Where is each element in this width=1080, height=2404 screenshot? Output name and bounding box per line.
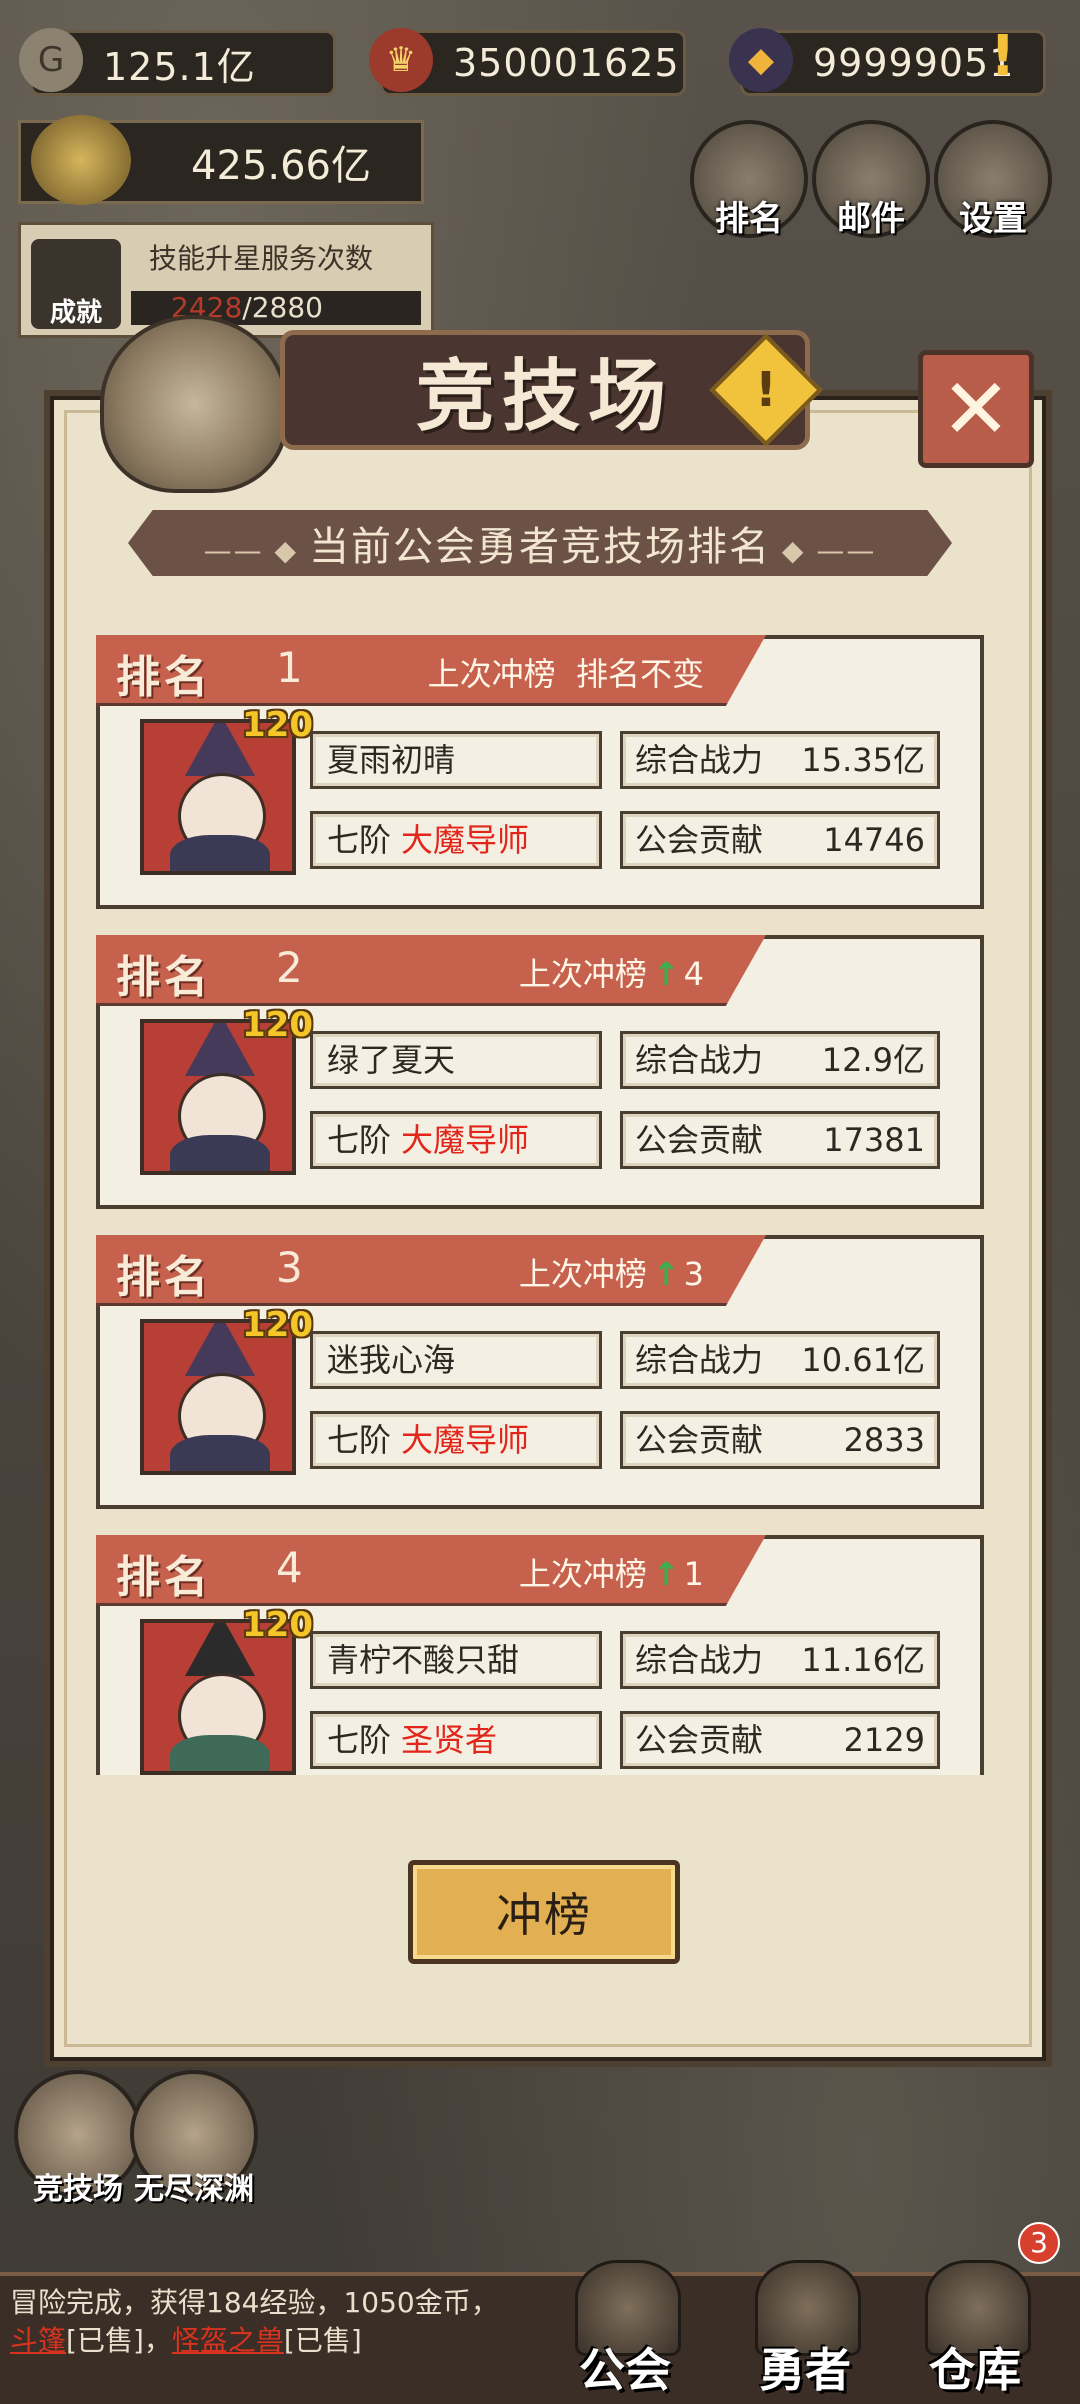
power-field: 综合战力 11.16亿 xyxy=(620,1631,940,1689)
crest-icon: ♛ xyxy=(369,28,433,92)
rank-button[interactable]: 排名 xyxy=(690,120,808,239)
total-power-bar: 425.66亿 xyxy=(18,115,424,205)
hero-level: 120 xyxy=(242,705,313,745)
nav-warehouse[interactable]: 仓库 xyxy=(890,2260,1060,2400)
climb-rank-button[interactable]: 冲榜 xyxy=(408,1860,680,1964)
rank-number: 2 xyxy=(276,943,303,992)
ranking-card[interactable]: 排名 2 上次冲榜 ↑ 4 120 绿了夏天 七阶 大魔导师 综合战力 12.9亿 公会… xyxy=(96,935,984,1209)
hero-level: 120 xyxy=(242,1605,313,1645)
rank-change: 上次冲榜 排名不变 xyxy=(427,655,704,693)
hero-class-field: 七阶 大魔导师 xyxy=(310,1111,602,1169)
ranking-list[interactable]: 排名 1 上次冲榜 排名不变 120 夏雨初晴 七阶 大魔导师 综合战力 15.35… xyxy=(96,635,984,1775)
achievement-button[interactable]: 成就 xyxy=(31,239,121,329)
rank-number: 3 xyxy=(276,1243,303,1292)
power-field: 综合战力 15.35亿 xyxy=(620,731,940,789)
up-arrow-icon: ↑ xyxy=(652,955,680,993)
adventure-log: 冒险完成，获得184经验，1050金币，斗篷[已售]，怪盔之兽[已售] xyxy=(10,2286,499,2357)
player-name-field: 青柠不酸只甜 xyxy=(310,1631,602,1689)
hero-level: 120 xyxy=(242,1005,313,1045)
contribution-field: 公会贡献 14746 xyxy=(620,811,940,869)
alert-icon[interactable]: ! xyxy=(990,24,1030,94)
player-name-field: 迷我心海 xyxy=(310,1331,602,1389)
skill-service-title: 技能升星服务次数 xyxy=(149,242,374,275)
crystal-icon: ◆ xyxy=(729,28,793,92)
ranking-card[interactable]: 排名 1 上次冲榜 排名不变 120 夏雨初晴 七阶 大魔导师 综合战力 15.35… xyxy=(96,635,984,909)
settings-button[interactable]: 设置 xyxy=(934,120,1052,239)
mail-button[interactable]: 邮件 xyxy=(812,120,930,239)
up-arrow-icon: ↑ xyxy=(652,1255,680,1293)
gem-counter: ♛ 350001625 xyxy=(369,28,686,96)
ranking-card[interactable]: 排名 4 上次冲榜 ↑ 1 120 青柠不酸只甜 七阶 圣贤者 综合战力 11.16亿 … xyxy=(96,1535,984,1775)
ranking-card[interactable]: 排名 3 上次冲榜 ↑ 3 120 迷我心海 七阶 大魔导师 综合战力 10.61亿 公… xyxy=(96,1235,984,1509)
rank-banner: 排名 2 上次冲榜 ↑ 4 xyxy=(96,935,766,1006)
close-icon: ✕ xyxy=(940,360,1012,458)
subtitle-text: 当前公会勇者竞技场排名 xyxy=(204,514,877,572)
rank-change: 上次冲榜 ↑ 3 xyxy=(518,1255,704,1293)
rank-banner: 排名 3 上次冲榜 ↑ 3 xyxy=(96,1235,766,1306)
dialog-title: 竞技场 xyxy=(415,352,674,442)
warehouse-badge: 3 xyxy=(1018,2222,1060,2264)
rank-change: 上次冲榜 ↑ 4 xyxy=(518,955,704,993)
hero-class-field: 七阶 大魔导师 xyxy=(310,1411,602,1469)
player-name-field: 绿了夏天 xyxy=(310,1031,602,1089)
contribution-field: 公会贡献 17381 xyxy=(620,1111,940,1169)
contribution-field: 公会贡献 2129 xyxy=(620,1711,940,1769)
rank-number: 1 xyxy=(276,643,303,692)
hero-level: 120 xyxy=(242,1305,313,1345)
subtitle-banner: 当前公会勇者竞技场排名 xyxy=(128,510,952,576)
log-item-link[interactable]: 怪盔之兽 xyxy=(172,2324,284,2357)
contribution-field: 公会贡献 2833 xyxy=(620,1411,940,1469)
rank-banner: 排名 4 上次冲榜 ↑ 1 xyxy=(96,1535,766,1606)
endless-abyss-button[interactable]: 无尽深渊 xyxy=(130,2070,258,2207)
hero-class-field: 七阶 圣贤者 xyxy=(310,1711,602,1769)
log-item-link[interactable]: 斗篷 xyxy=(10,2324,66,2357)
player-name-field: 夏雨初晴 xyxy=(310,731,602,789)
winged-emblem-icon xyxy=(31,115,131,205)
gold-counter: G 125.1亿 xyxy=(19,28,336,96)
arena-emblem-icon xyxy=(100,315,288,493)
nav-guild[interactable]: 公会 xyxy=(540,2260,710,2400)
gold-coin-icon: G xyxy=(19,28,83,92)
rank-number: 4 xyxy=(276,1543,303,1592)
hero-class-field: 七阶 大魔导师 xyxy=(310,811,602,869)
power-field: 综合战力 10.61亿 xyxy=(620,1331,940,1389)
arena-button[interactable]: 竞技场 xyxy=(14,2070,142,2207)
rank-banner: 排名 1 上次冲榜 排名不变 xyxy=(96,635,766,706)
nav-heroes[interactable]: 勇者 xyxy=(720,2260,890,2400)
power-field: 综合战力 12.9亿 xyxy=(620,1031,940,1089)
up-arrow-icon: ↑ xyxy=(652,1555,680,1593)
close-button[interactable]: ✕ xyxy=(918,350,1034,468)
rank-change: 上次冲榜 ↑ 1 xyxy=(518,1555,704,1593)
